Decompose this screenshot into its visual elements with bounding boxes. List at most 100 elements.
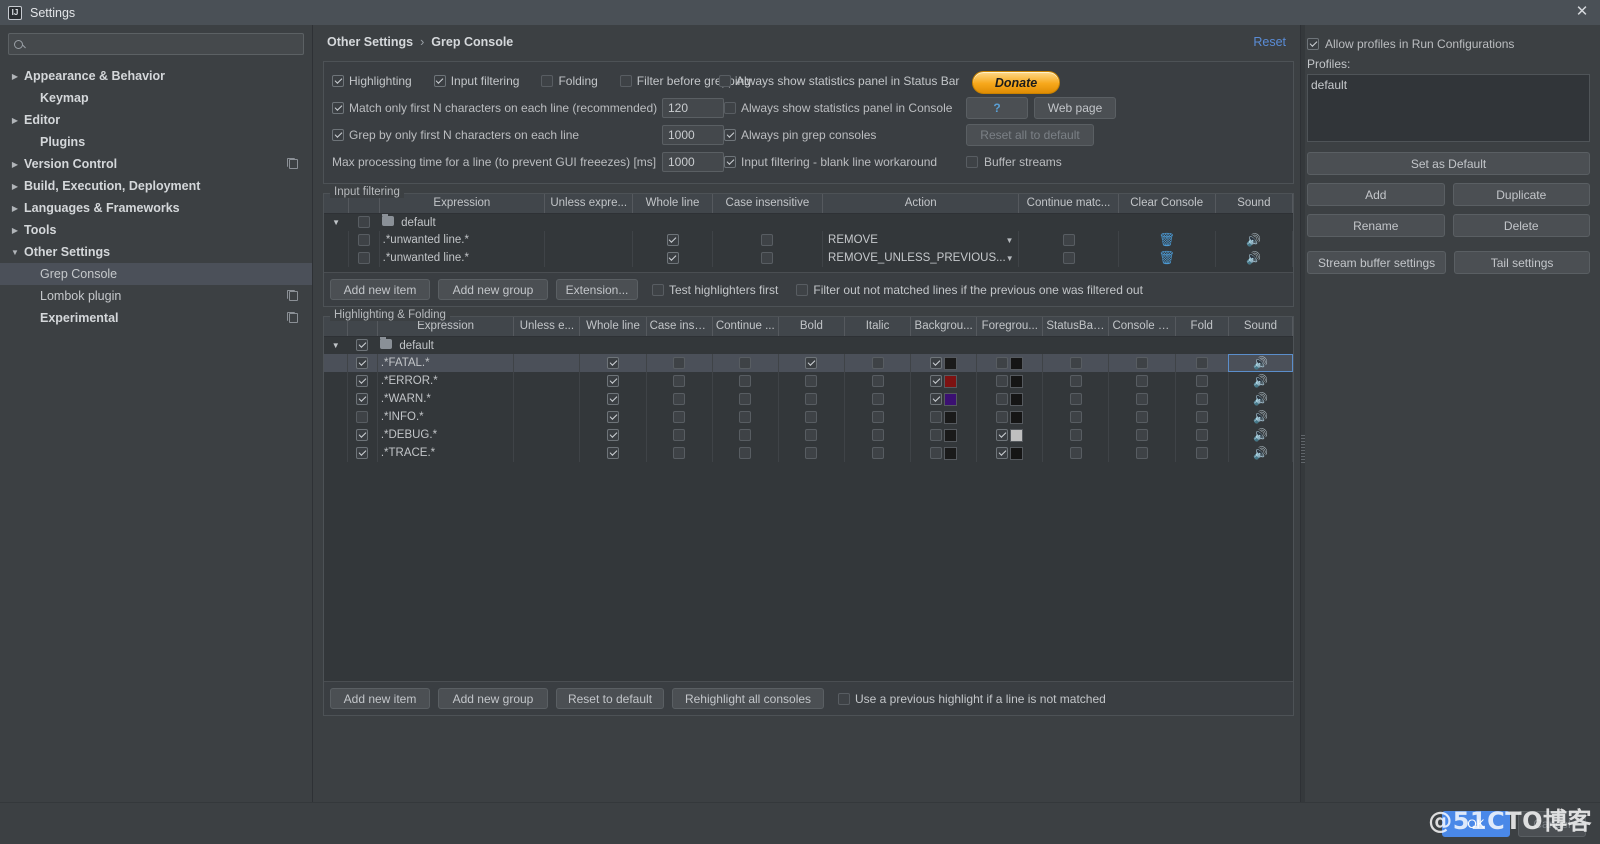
hf-reset-to-default-button[interactable]: Reset to default xyxy=(556,688,664,709)
foreground-color-swatch[interactable] xyxy=(1010,446,1024,460)
hf-whole-line-checkbox[interactable] xyxy=(579,372,647,390)
hf-console-checkbox-box[interactable] xyxy=(1136,429,1149,441)
if-column-header[interactable]: Expression xyxy=(379,194,546,214)
table-row[interactable]: .*ERROR.* 🔊 xyxy=(324,372,1294,390)
stats-console-checkbox[interactable] xyxy=(724,102,736,114)
hf-italic-checkbox[interactable] xyxy=(844,372,912,390)
foreground-color-swatch[interactable] xyxy=(1010,428,1024,442)
hf-console-checkbox-box[interactable] xyxy=(1136,357,1149,369)
hf-row-enabled-checkbox-box[interactable] xyxy=(356,447,369,459)
hf-bold-checkbox-box[interactable] xyxy=(805,357,818,369)
hf-fold-checkbox[interactable] xyxy=(1175,426,1229,444)
grep-first-n-checkbox[interactable] xyxy=(332,129,344,141)
search-box[interactable] xyxy=(8,33,304,55)
if-continue-matching-checkbox[interactable] xyxy=(1018,249,1119,267)
sidebar-item-lombok-plugin[interactable]: Lombok plugin xyxy=(0,285,312,307)
match-first-n-checkbox[interactable] xyxy=(332,102,344,114)
background-color-swatch[interactable] xyxy=(944,410,958,424)
hf-sound-button[interactable]: 🔊 xyxy=(1228,354,1294,372)
hf-continue-matching-checkbox-box[interactable] xyxy=(739,411,752,423)
add-profile-button[interactable]: Add xyxy=(1307,183,1445,206)
foreground-color-swatch[interactable] xyxy=(1010,356,1024,370)
hf-bold-checkbox[interactable] xyxy=(778,408,845,426)
hf-bold-checkbox[interactable] xyxy=(778,372,845,390)
if-column-header[interactable]: Unless expre... xyxy=(544,194,634,214)
speaker-icon[interactable]: 🔊 xyxy=(1253,356,1268,370)
if-unless-cell[interactable] xyxy=(544,231,634,249)
hf-continue-matching-checkbox-box[interactable] xyxy=(739,393,752,405)
hf-console-checkbox[interactable] xyxy=(1108,372,1176,390)
speaker-icon[interactable]: 🔊 xyxy=(1253,374,1268,388)
hf-bold-checkbox-box[interactable] xyxy=(805,429,818,441)
hf-unless-cell[interactable] xyxy=(513,354,581,372)
hf-continue-matching-checkbox[interactable] xyxy=(712,390,779,408)
hf-statusbar-checkbox-box[interactable] xyxy=(1069,393,1082,405)
hf-case-insensitive-checkbox-box[interactable] xyxy=(673,429,686,441)
donate-button[interactable]: Donate xyxy=(972,71,1060,94)
chevron-down-icon[interactable]: ▼ xyxy=(332,341,340,350)
hf-foreground-color-cell-box[interactable] xyxy=(996,429,1009,441)
if-column-header[interactable]: Whole line xyxy=(632,194,713,214)
hf-row-enabled-checkbox[interactable] xyxy=(347,408,378,426)
group-enabled-box[interactable] xyxy=(357,216,370,229)
hf-fold-checkbox-box[interactable] xyxy=(1195,411,1208,423)
stats-statusbar-checkbox[interactable] xyxy=(719,75,731,87)
hf-statusbar-checkbox-box[interactable] xyxy=(1069,375,1082,387)
table-row[interactable]: .*DEBUG.* 🔊 xyxy=(324,426,1294,444)
foreground-color-swatch[interactable] xyxy=(1010,410,1024,424)
hf-case-insensitive-checkbox-box[interactable] xyxy=(673,447,686,459)
tail-settings-button[interactable]: Tail settings xyxy=(1454,251,1590,274)
hf-italic-checkbox-box[interactable] xyxy=(871,411,884,423)
hf-sound-button[interactable]: 🔊 xyxy=(1228,408,1294,426)
if-expression-cell[interactable]: .*unwanted line.* xyxy=(379,231,546,249)
hf-unless-cell[interactable] xyxy=(513,372,581,390)
hf-italic-checkbox[interactable] xyxy=(844,408,912,426)
sidebar-item-other-settings[interactable]: ▼ Other Settings xyxy=(0,241,312,263)
hf-case-insensitive-checkbox[interactable] xyxy=(646,372,713,390)
hf-whole-line-checkbox-box[interactable] xyxy=(607,375,620,387)
use-previous-highlight-checkbox[interactable] xyxy=(838,692,850,705)
hf-row-enabled-checkbox[interactable] xyxy=(347,444,378,462)
hf-column-header[interactable]: Italic xyxy=(844,317,912,337)
if-case-insensitive-checkbox-box[interactable] xyxy=(761,234,774,246)
if-row-spacer[interactable] xyxy=(324,231,349,249)
hf-sound-button[interactable]: 🔊 xyxy=(1228,426,1294,444)
hf-add-new-item-button[interactable]: Add new item xyxy=(330,688,430,709)
hf-unless-cell[interactable] xyxy=(513,444,581,462)
hf-expression-cell[interactable]: .*DEBUG.* xyxy=(377,426,515,444)
hf-add-new-group-button[interactable]: Add new group xyxy=(438,688,548,709)
hf-column-header[interactable]: Unless e... xyxy=(513,317,581,337)
hf-case-insensitive-checkbox[interactable] xyxy=(646,444,713,462)
foreground-color-swatch[interactable] xyxy=(1010,374,1024,388)
hf-foreground-color-cell[interactable] xyxy=(976,444,1044,462)
speaker-icon[interactable]: 🔊 xyxy=(1253,392,1268,406)
hf-column-header[interactable]: Bold xyxy=(778,317,845,337)
hf-column-header[interactable]: Fold xyxy=(1175,317,1229,337)
table-group-row[interactable]: ▼ default xyxy=(324,336,1293,354)
hf-italic-checkbox[interactable] xyxy=(844,426,912,444)
hf-row-spacer[interactable] xyxy=(324,408,348,426)
hf-column-header[interactable]: StatusBar... xyxy=(1042,317,1110,337)
hf-fold-checkbox-box[interactable] xyxy=(1195,357,1208,369)
hf-row-enabled-checkbox[interactable] xyxy=(347,390,378,408)
hf-statusbar-checkbox-box[interactable] xyxy=(1069,411,1082,423)
if-column-header[interactable]: Case insensitive xyxy=(712,194,824,214)
hf-console-checkbox[interactable] xyxy=(1108,390,1176,408)
hf-sound-button[interactable]: 🔊 xyxy=(1228,390,1294,408)
hf-whole-line-checkbox[interactable] xyxy=(579,390,647,408)
hf-background-color-cell-box[interactable] xyxy=(930,447,943,459)
hf-background-color-cell-box[interactable] xyxy=(930,357,943,369)
group-expand-toggle[interactable]: ▼ xyxy=(324,213,348,231)
panel-splitter[interactable] xyxy=(1301,25,1305,844)
hf-bold-checkbox[interactable] xyxy=(778,354,845,372)
hf-column-header[interactable]: Case inse... xyxy=(646,317,713,337)
hf-statusbar-checkbox[interactable] xyxy=(1042,426,1110,444)
sidebar-item-languages-frameworks[interactable]: ▶ Languages & Frameworks xyxy=(0,197,312,219)
hf-statusbar-checkbox[interactable] xyxy=(1042,372,1110,390)
hf-statusbar-checkbox[interactable] xyxy=(1042,444,1110,462)
hf-console-checkbox[interactable] xyxy=(1108,444,1176,462)
hf-fold-checkbox-box[interactable] xyxy=(1195,447,1208,459)
sidebar-item-build-execution-deployment[interactable]: ▶ Build, Execution, Deployment xyxy=(0,175,312,197)
sidebar-item-version-control[interactable]: ▶ Version Control xyxy=(0,153,312,175)
background-color-swatch[interactable] xyxy=(944,446,958,460)
